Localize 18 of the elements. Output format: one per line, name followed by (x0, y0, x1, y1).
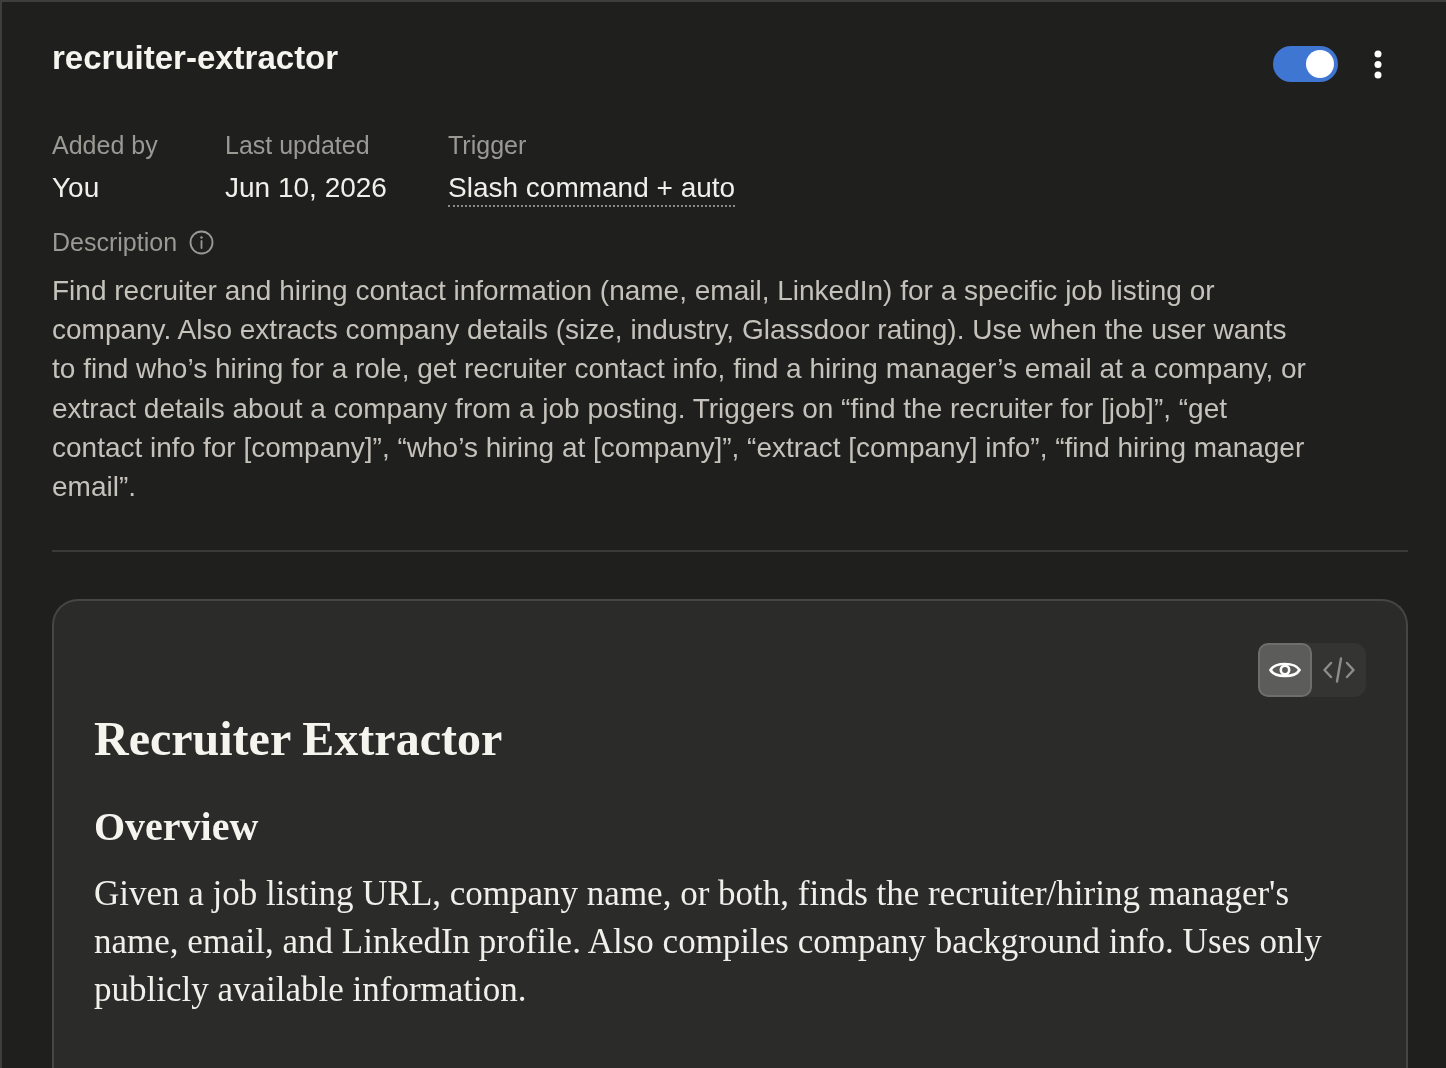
section-text: Given a job listing URL, company name, or both, finds the recruiter/hiring manager's name, email, and LinkedIn profile. Also compiles company background info. Uses only publicly available information. (94, 873, 1323, 1012)
meta-value: Jun 10, 2026 (225, 172, 388, 204)
meta-label: Trigger (448, 130, 528, 160)
description-text: Find recruiter and hiring contact information (name, email, LinkedIn) for a specific job listing or company. Also extracts company details (size, industry, Glassdoor rating). Use when the user wants to find who’s hiring for a role, get recruiter contact info, find a hiring manager’s email at a company, or extract details about a company from a job posting. Triggers on “find the recruiter for [job]”, “get contact info for [company]”, “who’s hiring at [company]”, “extract [company] info”, “find hiring manager email”. (52, 274, 1307, 504)
meta-value[interactable]: Slash command + auto (448, 172, 736, 207)
meta-label: Added by (52, 130, 159, 160)
description-label: Description (52, 227, 178, 257)
preview-heading: Recruiter Extractor (94, 711, 504, 768)
more-options-icon (1374, 49, 1382, 79)
meta-value: You (52, 172, 101, 204)
meta-label: Last updated (225, 130, 371, 160)
enable-toggle[interactable] (1273, 46, 1338, 82)
skill-title: recruiter-extractor (52, 38, 339, 78)
toggle-knob (1306, 50, 1334, 78)
info-icon[interactable] (189, 229, 215, 255)
code-icon (1323, 657, 1355, 684)
view-mode-tab[interactable] (1258, 643, 1312, 698)
section-heading: Overview (94, 803, 260, 852)
